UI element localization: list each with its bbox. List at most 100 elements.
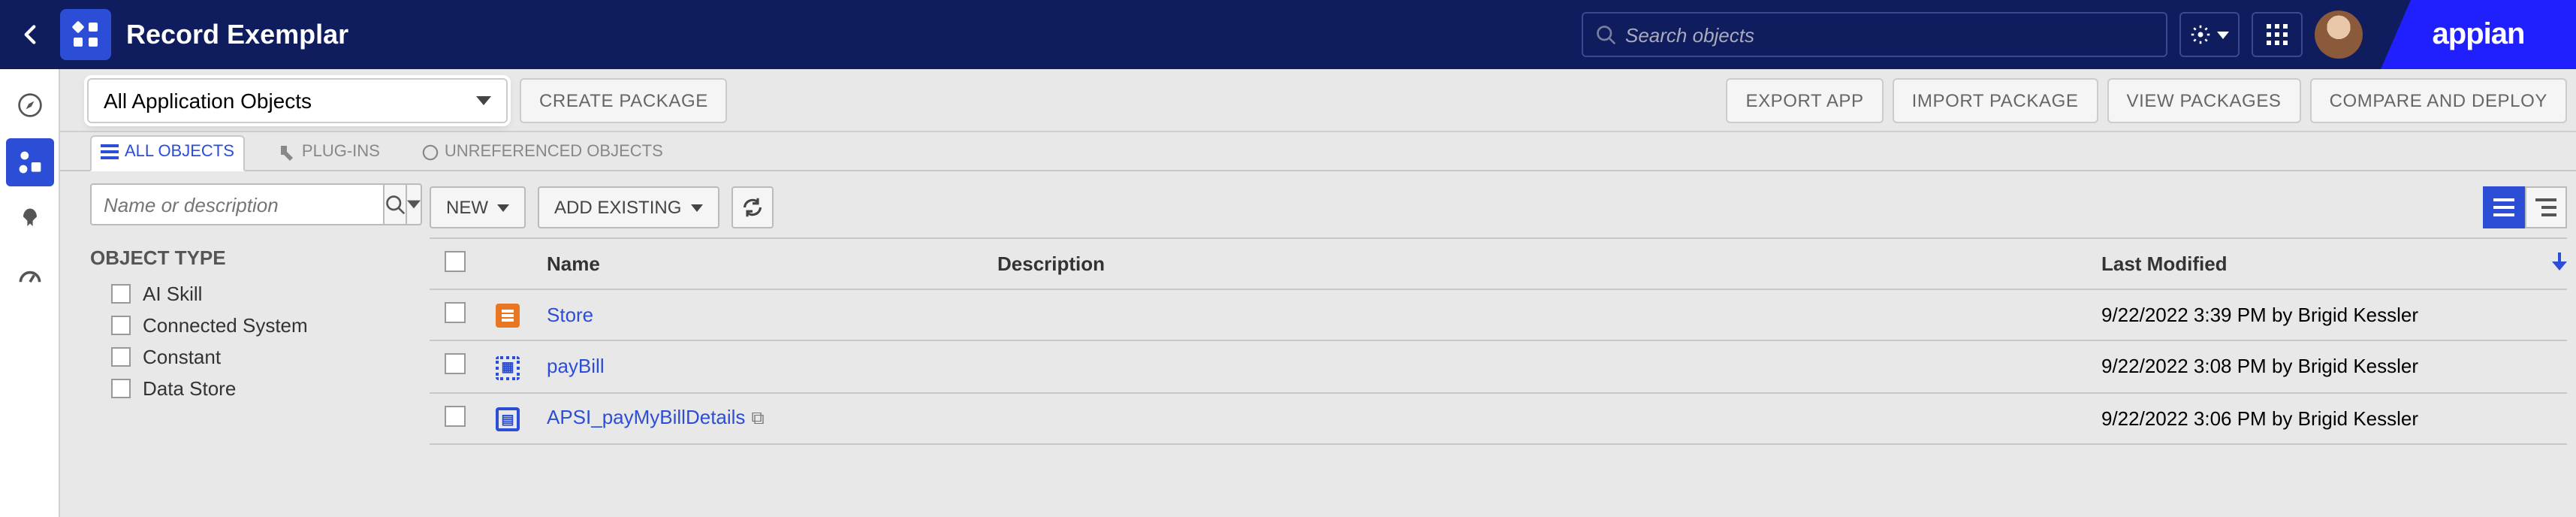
- caret-down-icon: [2217, 31, 2229, 38]
- row-select[interactable]: [430, 289, 481, 340]
- object-type-heading: OBJECT TYPE: [90, 246, 403, 269]
- new-button[interactable]: NEW: [430, 186, 526, 228]
- refresh-icon: [741, 197, 762, 218]
- refresh-button[interactable]: [731, 186, 773, 228]
- row-type-icon-cell: ▤: [481, 392, 532, 444]
- checkbox-constant[interactable]: Constant: [90, 341, 403, 373]
- avatar[interactable]: [2315, 11, 2363, 59]
- row-name-cell: APSI_payMyBillDetails ⧉: [532, 392, 982, 444]
- page-title: Record Exemplar: [126, 19, 348, 50]
- filter-input[interactable]: [90, 183, 385, 225]
- row-modified-cell: 9/22/2022 3:08 PM by Brigid Kessler: [2086, 340, 2537, 392]
- view-flat-button[interactable]: [2483, 186, 2525, 228]
- col-last-modified[interactable]: Last Modified: [2086, 238, 2537, 289]
- row-sort-cell: [2537, 392, 2567, 444]
- main-area: ALL OBJECTS PLUG-INS UNREFERENCED OBJECT…: [60, 132, 2576, 517]
- table-row: Store 9/22/2022 3:39 PM by Brigid Kessle…: [430, 289, 2567, 340]
- rail-objects[interactable]: [5, 138, 53, 186]
- chevron-left-icon: [20, 24, 41, 45]
- btn-label: ADD EXISTING: [554, 197, 681, 218]
- toolbar: All Application Objects CREATE PACKAGE E…: [0, 69, 2576, 132]
- checkbox-label: Constant: [143, 346, 221, 368]
- scope-dropdown[interactable]: All Application Objects: [87, 77, 508, 122]
- objects-icon: [16, 149, 43, 176]
- row-sort-cell: [2537, 340, 2567, 392]
- row-name-cell: Store: [532, 289, 982, 340]
- caret-down-icon: [407, 200, 421, 209]
- search-icon: [385, 194, 406, 215]
- tree-icon: [2535, 198, 2556, 216]
- row-modified-cell: 9/22/2022 3:39 PM by Brigid Kessler: [2086, 289, 2537, 340]
- checkbox-icon: [445, 302, 466, 323]
- scope-label: All Application Objects: [104, 88, 312, 112]
- search-placeholder: Search objects: [1625, 23, 1754, 46]
- import-package-button[interactable]: IMPORT PACKAGE: [1893, 77, 2098, 122]
- row-desc-cell: [982, 340, 2086, 392]
- checkbox-icon: [445, 251, 466, 272]
- sort-down-icon: [2552, 252, 2567, 271]
- security-icon: ⧉: [751, 408, 764, 429]
- interface-icon: ▦: [496, 355, 520, 379]
- apps-grid-button[interactable]: [2252, 12, 2303, 57]
- row-type-icon-cell: [481, 289, 532, 340]
- rail-monitor[interactable]: [5, 252, 53, 301]
- filter-options-button[interactable]: [407, 183, 422, 225]
- object-link[interactable]: Store: [547, 304, 593, 326]
- back-button[interactable]: [0, 24, 60, 45]
- row-modified-cell: 9/22/2022 3:06 PM by Brigid Kessler: [2086, 392, 2537, 444]
- rail-explore[interactable]: [5, 81, 53, 129]
- caret-down-icon: [476, 95, 491, 104]
- create-package-button[interactable]: CREATE PACKAGE: [520, 77, 728, 122]
- tab-all-objects[interactable]: ALL OBJECTS: [90, 135, 245, 171]
- select-all-cell[interactable]: [430, 238, 481, 289]
- view-packages-button[interactable]: VIEW PACKAGES: [2107, 77, 2300, 122]
- tab-label: UNREFERENCED OBJECTS: [445, 143, 663, 161]
- plugin-icon: [278, 143, 296, 161]
- grid-plus-icon: [71, 20, 101, 50]
- row-desc-cell: [982, 392, 2086, 444]
- search-input-wrapper[interactable]: Search objects: [1582, 12, 2167, 57]
- record-type-icon: [496, 303, 520, 327]
- checkbox-connected-system[interactable]: Connected System: [90, 310, 403, 341]
- tab-plugins[interactable]: PLUG-INS: [269, 137, 389, 170]
- app-icon: [60, 9, 111, 60]
- checkbox-ai-skill[interactable]: AI Skill: [90, 278, 403, 310]
- list-icon: [2493, 198, 2514, 216]
- checkbox-icon: [445, 354, 466, 375]
- view-grouped-button[interactable]: [2525, 186, 2567, 228]
- compass-icon: [16, 92, 43, 119]
- compare-deploy-button[interactable]: COMPARE AND DEPLOY: [2310, 77, 2567, 122]
- filter-search-button[interactable]: [385, 183, 407, 225]
- row-desc-cell: [982, 289, 2086, 340]
- checkbox-data-store[interactable]: Data Store: [90, 373, 403, 404]
- col-description[interactable]: Description: [982, 238, 2086, 289]
- checkbox-icon: [111, 316, 131, 335]
- tab-unreferenced[interactable]: UNREFERENCED OBJECTS: [413, 137, 672, 170]
- col-name[interactable]: Name: [532, 238, 982, 289]
- table-actions: NEW ADD EXISTING: [430, 183, 2567, 231]
- rail-deploy[interactable]: [5, 195, 53, 243]
- caret-down-icon: [690, 204, 702, 211]
- settings-button[interactable]: [2179, 12, 2240, 57]
- checkbox-label: Data Store: [143, 377, 236, 400]
- filter-row: [90, 183, 403, 225]
- checkbox-icon: [111, 284, 131, 304]
- view-toggle: [2483, 186, 2567, 228]
- gauge-icon: [16, 263, 43, 290]
- object-link[interactable]: APSI_payMyBillDetails: [547, 407, 745, 429]
- row-select[interactable]: [430, 340, 481, 392]
- unreferenced-icon: [422, 144, 439, 160]
- row-select[interactable]: [430, 392, 481, 444]
- search-icon: [1595, 24, 1616, 45]
- export-app-button[interactable]: EXPORT APP: [1726, 77, 1883, 122]
- tab-label: ALL OBJECTS: [125, 143, 234, 161]
- row-type-icon-cell: ▦: [481, 340, 532, 392]
- row-name-cell: payBill: [532, 340, 982, 392]
- checkbox-label: Connected System: [143, 314, 308, 337]
- col-sort[interactable]: [2537, 238, 2567, 289]
- table-header-row: Name Description Last Modified: [430, 238, 2567, 289]
- object-link[interactable]: payBill: [547, 355, 605, 378]
- brand-logo: appian: [2381, 0, 2576, 69]
- checkbox-icon: [111, 379, 131, 398]
- add-existing-button[interactable]: ADD EXISTING: [538, 186, 719, 228]
